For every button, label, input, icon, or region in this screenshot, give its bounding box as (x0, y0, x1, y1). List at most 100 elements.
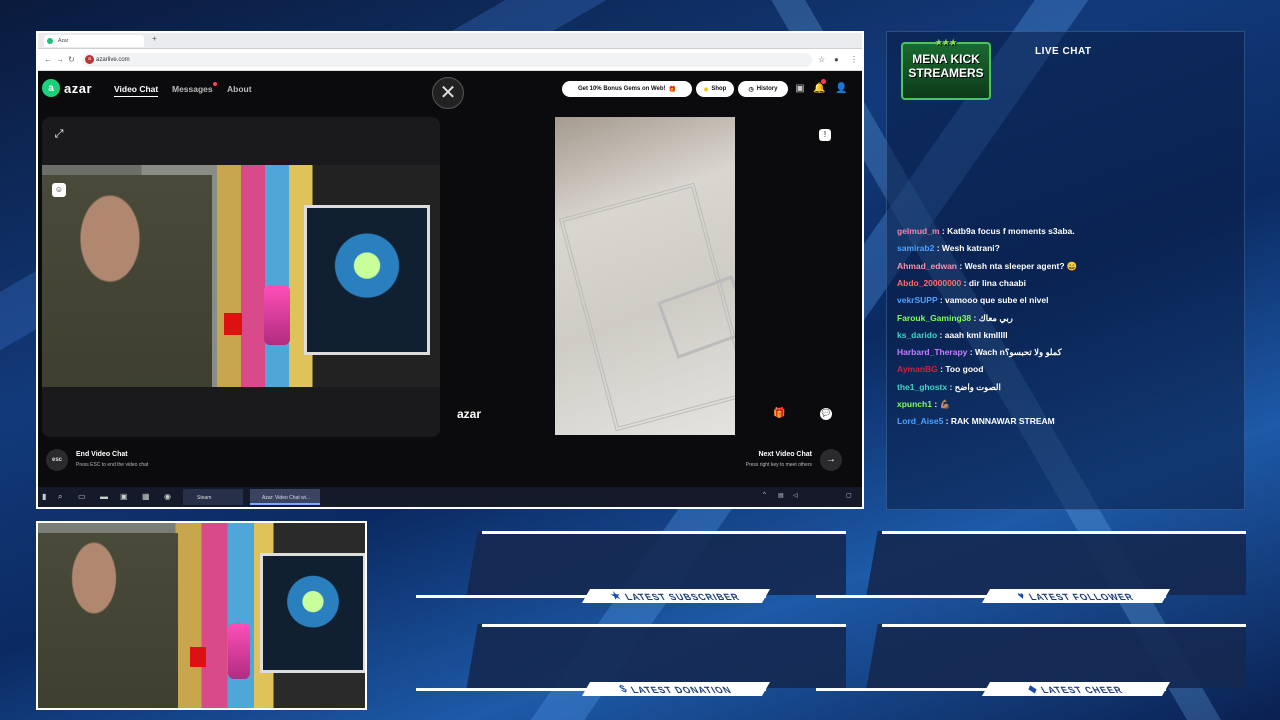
chat-text: aaah kml kmlllll (944, 329, 1008, 340)
app-icon[interactable]: ▣ (120, 492, 128, 501)
remote-camera-feed (555, 117, 735, 435)
chat-text: RAK MNNAWAR STREAM (950, 416, 1055, 427)
back-icon[interactable]: ← (44, 55, 52, 64)
chat-separator: : (971, 312, 979, 323)
chat-message: AymanBG : Too good (897, 364, 983, 374)
end-chat-hint: Press ESC to end the video chat (76, 462, 149, 468)
chat-username[interactable]: gelmud_m (897, 226, 940, 236)
chat-text: ربي معاك (978, 312, 1013, 323)
chat-username[interactable]: Abdo_20000000 (897, 278, 961, 288)
bonus-gems-label: Get 10% Bonus Gems on Web! (577, 86, 666, 92)
face-filter-icon[interactable]: ☺ (52, 183, 66, 197)
chat-message: Lord_Aise5 : RAK MNNAWAR STREAM (897, 416, 1055, 426)
network-icon[interactable]: ▤ (778, 492, 784, 499)
logo-line-1: MENA KICK (912, 52, 980, 66)
history-button[interactable]: ◷ History (738, 81, 788, 97)
chat-username[interactable]: Ahmad_edwan (897, 261, 957, 271)
chat-icon[interactable]: ▣ (794, 83, 806, 95)
chrome-icon[interactable]: ◉ (164, 492, 171, 501)
latest-follower-panel: ♥ LATEST FOLLOWER (816, 531, 1246, 607)
address-bar[interactable]: a azarlive.com (82, 53, 812, 67)
tray-arrow-icon[interactable]: ^ (763, 492, 766, 498)
tab-title: Azar (58, 38, 69, 44)
profile-icon[interactable]: ● (834, 55, 839, 64)
menu-dots-icon[interactable]: ⋮ (850, 55, 858, 64)
browser-tab[interactable]: Azar (44, 35, 144, 47)
logo-line-2: STREAMERS (908, 66, 984, 80)
chat-separator: : (961, 277, 969, 288)
store-icon[interactable]: ▦ (142, 492, 150, 501)
live-chat-title: LIVE CHAT (1035, 46, 1092, 57)
azar-logo[interactable]: a azar (42, 79, 92, 97)
volume-icon[interactable]: ◁ (793, 492, 798, 499)
next-chat-title: Next Video Chat (758, 451, 812, 458)
chat-separator: : (939, 226, 948, 236)
bell-notification-dot (821, 79, 826, 84)
bonus-gems-button[interactable]: Get 10% Bonus Gems on Web! 🎁 (562, 81, 692, 97)
chat-message: ks_darido : aaah kml kmlllll (897, 330, 1008, 340)
task-view-icon[interactable]: ▭ (78, 492, 86, 501)
latest-follower-label: LATEST FOLLOWER (1026, 591, 1137, 601)
chat-bubble-icon[interactable]: 💬 (820, 408, 832, 420)
webcam-overlay (36, 521, 367, 710)
chat-separator: : (957, 260, 965, 271)
chat-separator: : (943, 416, 951, 427)
taskbar-steam[interactable]: Steam (183, 489, 243, 505)
shop-button[interactable]: ◆ Shop (696, 81, 734, 97)
chat-separator: : (937, 329, 945, 340)
microphone-image (228, 623, 250, 679)
pc-case-image (260, 553, 365, 673)
chat-username[interactable]: Harbard_Therapy (897, 347, 967, 357)
local-video-panel: ⤢ ☺ (42, 117, 440, 437)
latest-donation-panel: $ LATEST DONATION (416, 624, 846, 700)
nav-about[interactable]: About (227, 84, 252, 94)
chat-username[interactable]: AymanBG (897, 364, 938, 374)
chat-username[interactable]: xpunch1 (897, 399, 932, 409)
chat-username[interactable]: samirab2 (897, 243, 934, 253)
expand-icon[interactable]: ⤢ (52, 127, 66, 141)
chat-message: Harbard_Therapy : Wach nكملو ولا تحبسو؟ (897, 347, 1062, 358)
pc-case-image (304, 205, 430, 355)
forward-icon[interactable]: → (56, 55, 64, 64)
chat-separator: : (967, 347, 975, 358)
url-text: azarlive.com (96, 57, 130, 63)
chat-text: Too good (945, 364, 984, 375)
latest-subscriber-label: LATEST SUBSCRIBER (623, 591, 743, 601)
bookmark-star-icon[interactable]: ☆ (818, 55, 825, 64)
mena-kick-streamers-logo: ★★★ MENA KICK STREAMERS (901, 38, 991, 100)
chat-username[interactable]: the1_ghostx (897, 382, 947, 392)
start-icon[interactable]: ▮ (42, 492, 46, 501)
gift-box-icon: 🎁 (668, 86, 677, 93)
reload-icon[interactable]: ↻ (68, 55, 75, 64)
nav-video-chat[interactable]: Video Chat (114, 84, 159, 97)
messages-notification-dot (213, 82, 217, 86)
taskbar-steam-label: Steam (197, 495, 212, 501)
chat-username[interactable]: Farouk_Gaming38 (897, 313, 971, 323)
user-profile-icon[interactable]: 👤 (835, 83, 847, 95)
notification-icon[interactable]: ▢ (846, 492, 852, 499)
taskbar-azar[interactable]: Azar: Video Chat wi... (250, 489, 320, 505)
chat-username[interactable]: ks_darido (897, 330, 937, 340)
end-chat-button[interactable]: esc (46, 449, 68, 471)
report-shield-icon[interactable]: ! (819, 129, 831, 141)
chat-text: Wach nكملو ولا تحبسو؟ (974, 347, 1062, 358)
chat-text: الصوت واضح (954, 381, 1001, 392)
search-icon[interactable]: ⌕ (58, 492, 62, 502)
microphone-image (264, 285, 290, 345)
latest-subscriber-panel: ★ LATEST SUBSCRIBER (416, 531, 846, 607)
site-info-icon[interactable]: a (85, 55, 94, 64)
chat-username[interactable]: Lord_Aise5 (897, 416, 943, 426)
file-explorer-icon[interactable]: ▬ (100, 492, 108, 501)
nav-messages[interactable]: Messages (172, 84, 213, 94)
next-chat-button[interactable]: → (820, 449, 842, 471)
send-gift-icon[interactable]: 🎁 (773, 408, 785, 419)
latest-cheer-label: LATEST CHEER (1039, 684, 1126, 694)
chat-username[interactable]: vekrSUPP (897, 295, 937, 305)
bell-icon[interactable]: 🔔 (813, 83, 825, 95)
streamer-image (38, 533, 178, 708)
chat-message: samirab2 : Wesh katrani? (897, 243, 1000, 253)
red-cup-image (190, 647, 206, 667)
chat-message: vekrSUPP : vamooo que sube el nivel (897, 295, 1049, 305)
new-tab-icon[interactable]: + (152, 34, 157, 43)
taskbar-azar-label: Azar: Video Chat wi... (262, 495, 310, 501)
